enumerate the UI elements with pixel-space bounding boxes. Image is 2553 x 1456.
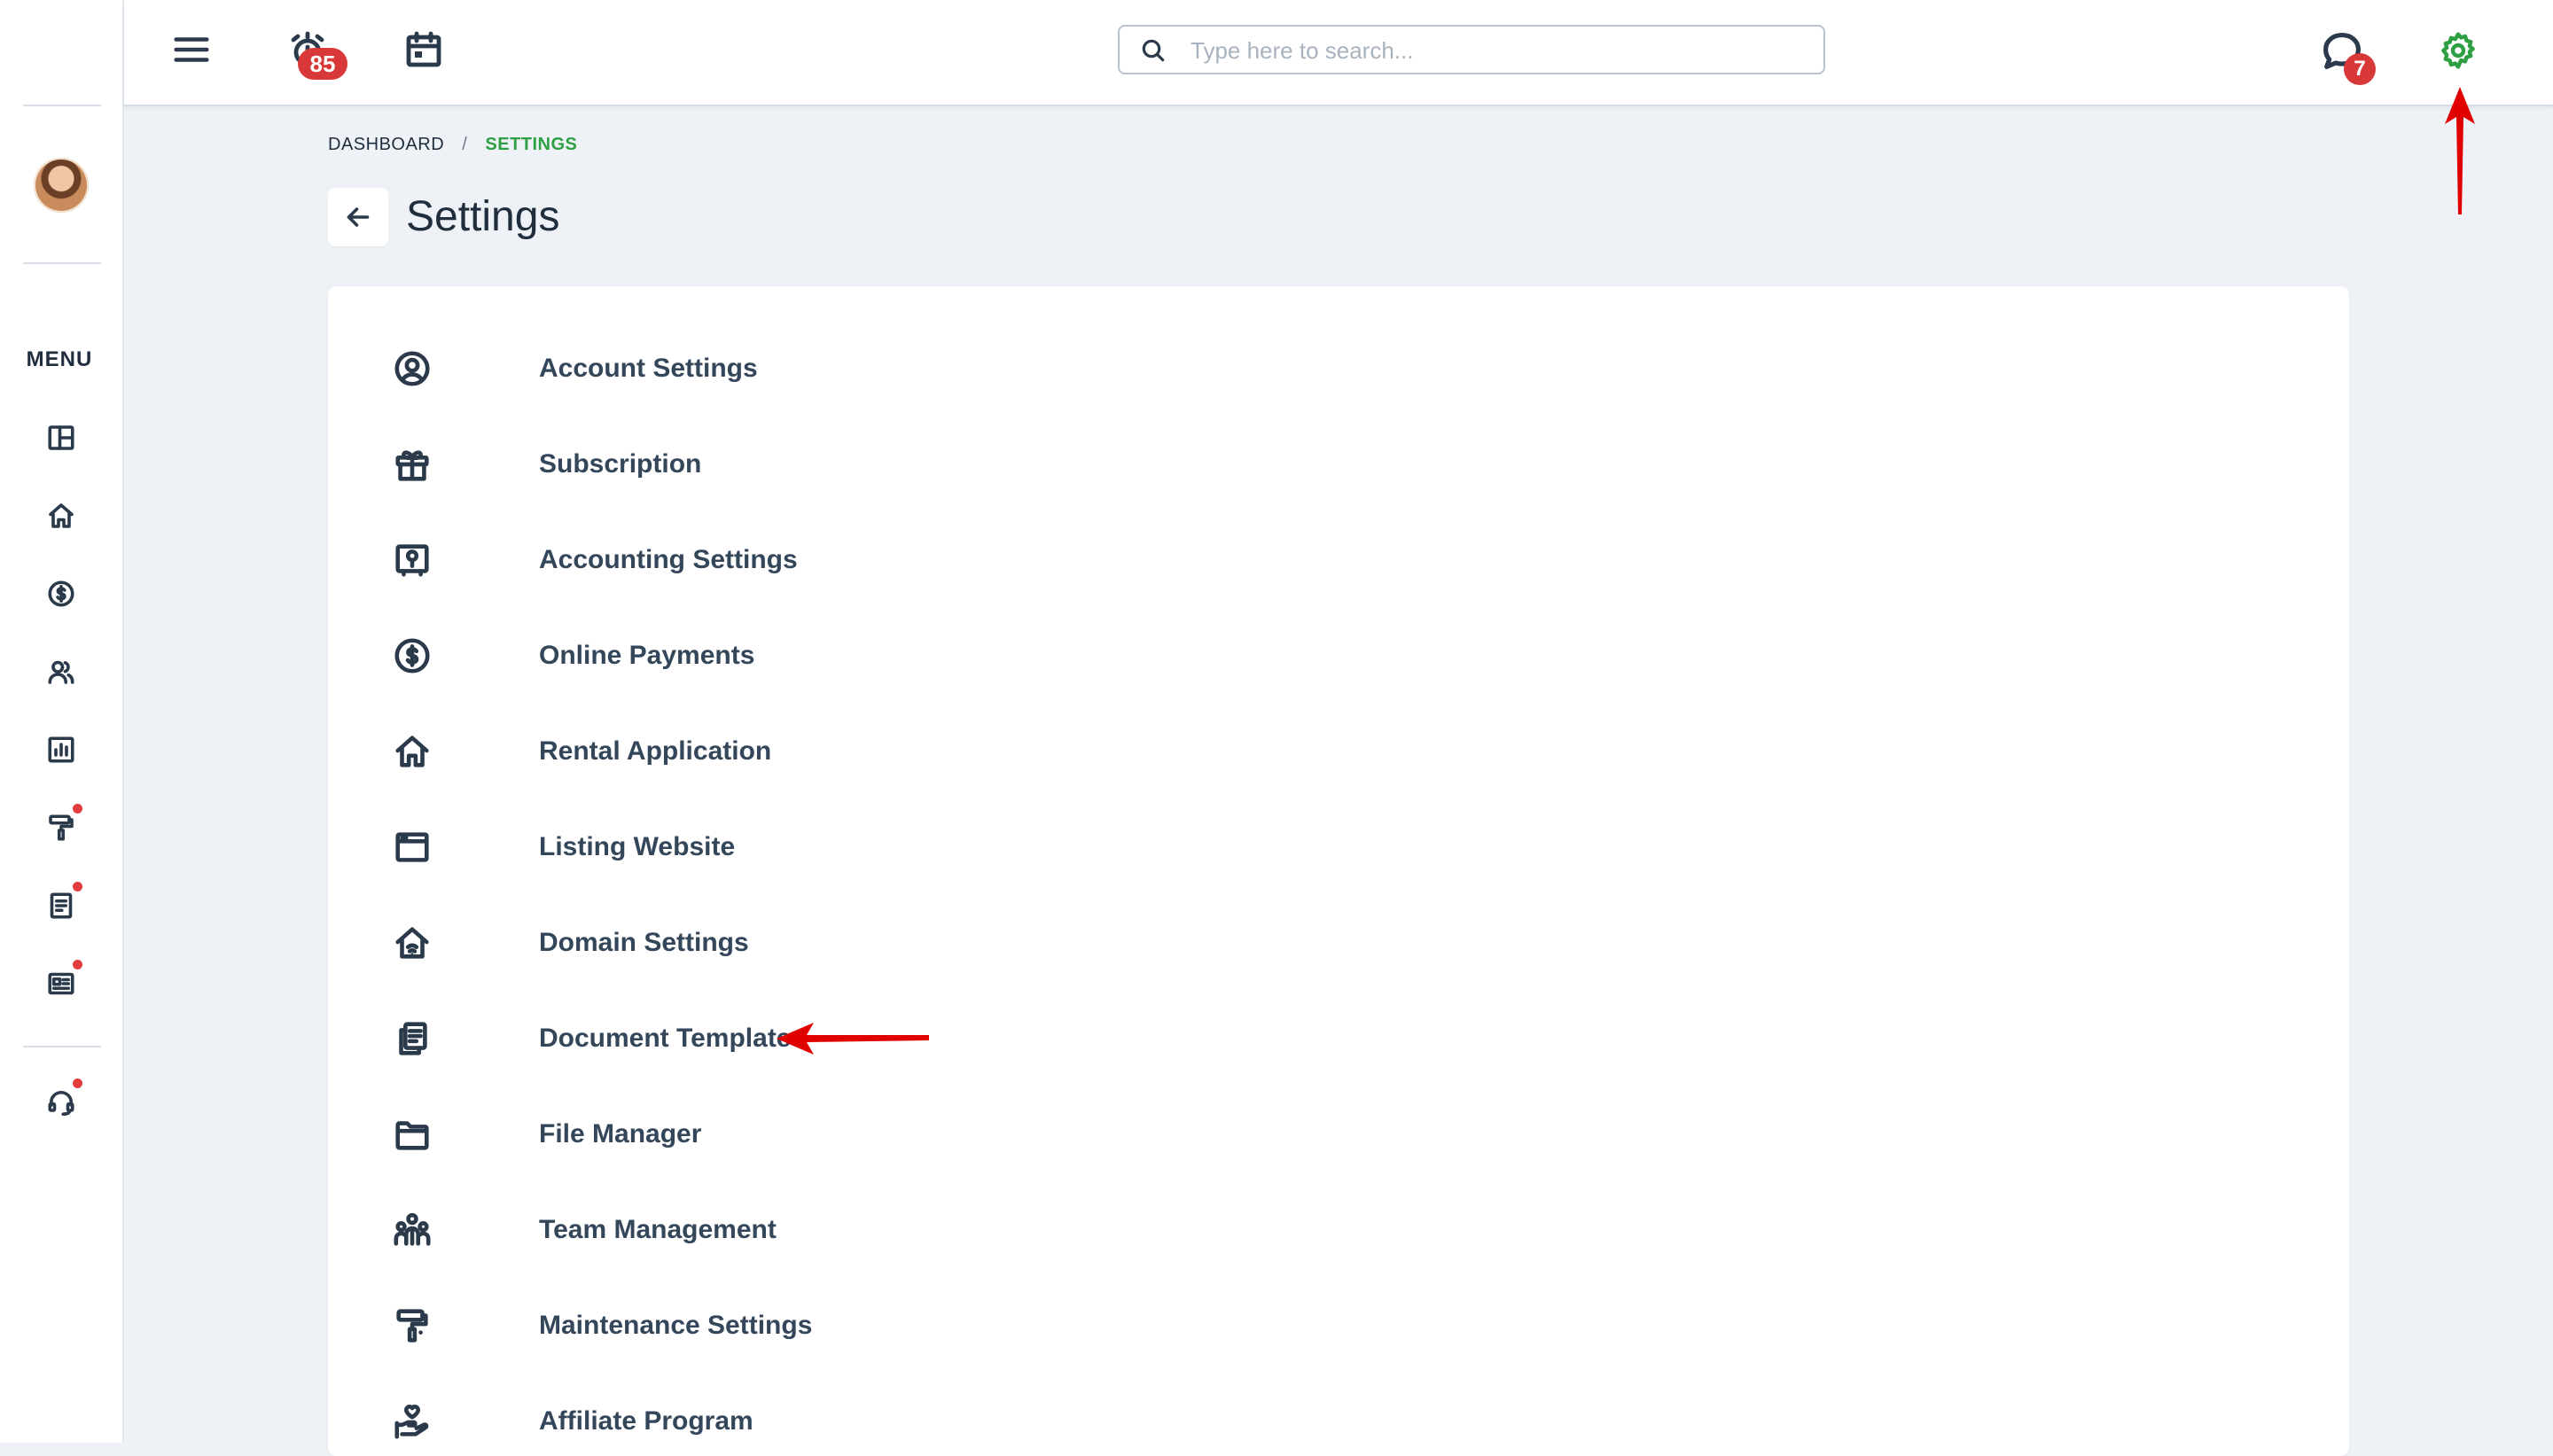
- arrow-left-icon: [347, 207, 370, 227]
- sidebar-item-payments[interactable]: [43, 576, 79, 611]
- settings-item-label: Subscription: [539, 449, 702, 479]
- team-icon: [394, 1212, 431, 1246]
- settings-item-affiliate-program[interactable]: Affiliate Program: [390, 1395, 753, 1448]
- page-title: Settings: [406, 193, 560, 240]
- sidebar-divider: [23, 1046, 101, 1047]
- calendar-button[interactable]: [401, 27, 447, 73]
- sidebar-divider: [23, 105, 101, 106]
- notification-dot: [73, 804, 82, 814]
- avatar[interactable]: [34, 158, 89, 213]
- settings-item-label: Listing Website: [539, 832, 736, 861]
- people-icon: [48, 660, 74, 684]
- sidebar-item-documents[interactable]: [43, 882, 82, 923]
- settings-item-label: Maintenance Settings: [539, 1311, 813, 1340]
- sidebar-divider: [23, 262, 101, 264]
- settings-item-label: Rental Application: [539, 736, 772, 766]
- search-icon: [1142, 39, 1165, 62]
- settings-item-label: File Manager: [539, 1119, 702, 1148]
- breadcrumb-dashboard[interactable]: DASHBOARD: [328, 135, 444, 154]
- alerts-count-badge: 85: [298, 48, 347, 80]
- calendar-icon: [406, 31, 441, 67]
- home-icon: [49, 503, 74, 528]
- sidebar-item-reports[interactable]: [43, 732, 79, 767]
- sidebar-item-people[interactable]: [43, 654, 79, 689]
- sidebar-item-support[interactable]: [43, 1078, 82, 1120]
- user-circle-icon: [394, 351, 430, 386]
- messages-count-badge: 7: [2344, 53, 2376, 85]
- copy-document-icon: [399, 1022, 427, 1055]
- gift-icon: [395, 450, 429, 481]
- notification-dot: [73, 1078, 82, 1088]
- annotation-arrow-up: [2445, 87, 2475, 214]
- sidebar: MENU: [0, 0, 124, 1443]
- settings-item-label: Account Settings: [539, 354, 758, 383]
- report-chart-icon: [48, 736, 74, 763]
- settings-item-accounting[interactable]: Accounting Settings: [390, 533, 798, 587]
- breadcrumb: DASHBOARD / SETTINGS: [328, 135, 577, 155]
- sidebar-item-maintenance[interactable]: [43, 804, 82, 845]
- top-bar: 85 7: [124, 0, 2553, 106]
- headset-icon: [48, 1091, 74, 1116]
- gear-icon: [2441, 32, 2475, 69]
- settings-item-team-management[interactable]: Team Management: [390, 1203, 777, 1257]
- sidebar-item-dashboard[interactable]: [43, 420, 79, 455]
- alerts-button[interactable]: 85: [284, 27, 347, 80]
- sidebar-item-listings[interactable]: [43, 960, 82, 1001]
- settings-item-label: Affiliate Program: [539, 1406, 753, 1436]
- notification-dot: [73, 882, 82, 892]
- settings-item-rental-application[interactable]: Rental Application: [390, 725, 771, 778]
- settings-card: Account Settings Subscription Accounting…: [328, 286, 2349, 1456]
- search-box: [1118, 25, 1825, 74]
- settings-item-domain[interactable]: Domain Settings: [390, 916, 749, 969]
- hamburger-icon: [174, 37, 209, 62]
- settings-item-document-templates[interactable]: Document Templates: [390, 1012, 806, 1065]
- settings-item-label: Online Payments: [539, 641, 755, 670]
- home-icon: [395, 736, 429, 767]
- dollar-circle-icon: [48, 580, 74, 607]
- home-wifi-icon: [395, 927, 429, 959]
- settings-item-account[interactable]: Account Settings: [390, 342, 758, 395]
- sidebar-item-home[interactable]: [43, 498, 79, 533]
- settings-item-file-manager[interactable]: File Manager: [390, 1108, 701, 1161]
- breadcrumb-current: SETTINGS: [485, 135, 578, 154]
- document-icon: [50, 892, 73, 919]
- search-input[interactable]: [1189, 34, 1804, 67]
- settings-item-maintenance[interactable]: Maintenance Settings: [390, 1299, 812, 1352]
- folder-icon: [395, 1121, 429, 1150]
- notification-dot: [73, 960, 82, 969]
- safe-icon: [395, 544, 429, 577]
- paint-roller-icon: [396, 1309, 428, 1343]
- settings-item-label: Team Management: [539, 1215, 777, 1244]
- dashboard-icon: [48, 425, 74, 450]
- messages-button[interactable]: 7: [2317, 27, 2376, 85]
- dollar-circle-icon: [394, 638, 430, 673]
- back-button[interactable]: [328, 188, 388, 246]
- hamburger-menu-button[interactable]: [170, 28, 213, 71]
- settings-item-listing-website[interactable]: Listing Website: [390, 821, 735, 874]
- menu-label: MENU: [26, 347, 93, 371]
- settings-item-label: Domain Settings: [539, 928, 749, 957]
- breadcrumb-separator: /: [462, 135, 468, 154]
- hand-heart-icon: [394, 1405, 429, 1439]
- annotation-arrow-left: [777, 1023, 929, 1055]
- paint-roller-icon: [49, 814, 74, 841]
- settings-item-label: Document Templates: [539, 1024, 807, 1053]
- settings-item-label: Accounting Settings: [539, 545, 798, 574]
- settings-button[interactable]: [2434, 27, 2482, 74]
- settings-item-online-payments[interactable]: Online Payments: [390, 629, 754, 682]
- browser-window-icon: [395, 832, 429, 862]
- settings-item-subscription[interactable]: Subscription: [390, 438, 701, 491]
- listing-icon: [48, 972, 74, 995]
